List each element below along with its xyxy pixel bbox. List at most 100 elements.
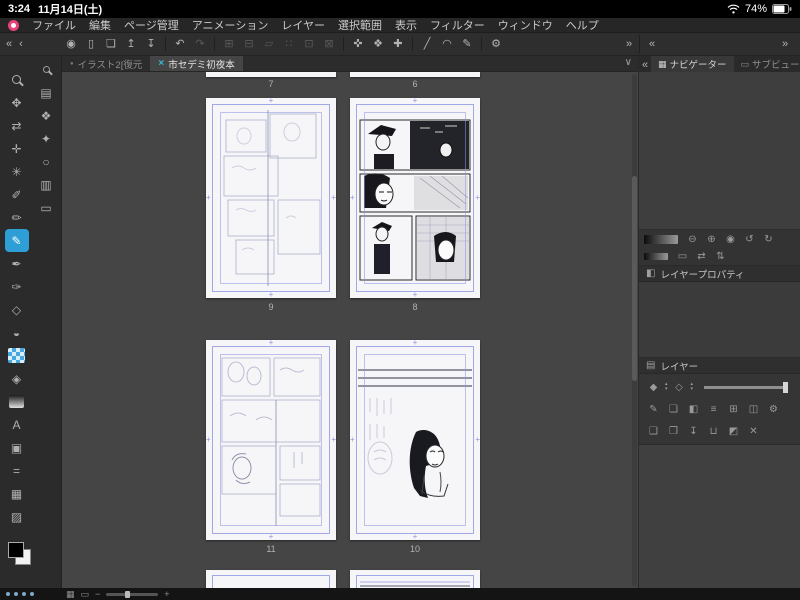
snap-grid-icon[interactable]: ❖ — [368, 35, 388, 53]
blend-mode-stepper[interactable]: ◆ — [645, 380, 662, 395]
mesh-transform-icon[interactable]: ∷ — [279, 35, 299, 53]
layer-stack-icon[interactable]: ▤ — [34, 81, 58, 104]
scrollbar-thumb[interactable] — [632, 176, 637, 382]
undo-icon[interactable]: ↶ — [170, 35, 190, 53]
new-layer-icon[interactable]: ❑ — [645, 424, 662, 439]
main-color-swatch[interactable] — [8, 542, 24, 558]
tab-doujin-book[interactable]: × 市セデミ初夜本 — [150, 56, 243, 71]
collapse-toolbar-small-icon[interactable]: ‹ — [15, 35, 27, 53]
fit-screen-icon[interactable]: ▭ — [674, 249, 691, 264]
stepper-arrows-icon[interactable]: ▴ ▾ — [691, 382, 694, 392]
eraser-tool-icon[interactable]: ◇ — [5, 298, 29, 321]
open-file-icon[interactable]: ❏ — [101, 35, 121, 53]
page-thumbnail-7[interactable] — [206, 72, 336, 77]
thumbnail-zoom-slider[interactable] — [106, 590, 159, 598]
menu-edit[interactable]: 編集 — [89, 17, 111, 33]
pencil-tool-icon[interactable]: ✏ — [5, 206, 29, 229]
grid-view-icon[interactable]: ▦ — [66, 589, 75, 599]
mask-layer-icon[interactable]: ◩ — [725, 424, 742, 439]
subtool-zoom-icon[interactable] — [34, 58, 58, 81]
effect-stepper[interactable]: ◇ — [671, 380, 688, 395]
zoom-out-icon[interactable]: ⊖ — [684, 232, 701, 247]
snap-special-icon[interactable]: ✚ — [388, 35, 408, 53]
page-thumbnail-next-right[interactable] — [350, 570, 480, 588]
tone-tool-icon[interactable] — [5, 344, 29, 367]
close-tab-icon[interactable]: × — [158, 58, 164, 69]
layer-settings-icon[interactable]: ⚙ — [765, 402, 782, 417]
rotate-right-icon[interactable]: ↻ — [760, 232, 777, 247]
layer-list[interactable] — [639, 445, 800, 588]
single-view-icon[interactable]: ▭ — [81, 589, 90, 599]
crop-icon[interactable]: ⊡ — [299, 35, 319, 53]
draw-line-icon[interactable]: ✎ — [457, 35, 477, 53]
page-thumbnail-8[interactable]: + + + + — [350, 97, 480, 299]
vertical-scrollbar[interactable] — [632, 74, 637, 586]
menu-help[interactable]: ヘルプ — [566, 17, 599, 33]
rotate-transform-icon[interactable]: ⊟ — [239, 35, 259, 53]
zoom-tool-icon[interactable] — [5, 68, 29, 91]
scale-transform-icon[interactable]: ⊞ — [219, 35, 239, 53]
text-tool-icon[interactable]: A — [5, 413, 29, 436]
menu-filter[interactable]: フィルター — [430, 17, 485, 33]
layer-mask-icon[interactable]: ◧ — [685, 402, 702, 417]
dash-tool-icon[interactable]: = — [5, 459, 29, 482]
zoom-in-icon[interactable]: ⊕ — [703, 232, 720, 247]
layer-list-icon[interactable]: ≡ — [705, 402, 722, 417]
menu-page-manage[interactable]: ページ管理 — [124, 17, 179, 33]
tab-navigator[interactable]: ▦ ナビゲーター — [651, 56, 734, 72]
auto-select-tool-icon[interactable]: ✳ — [5, 160, 29, 183]
thumbnail-zoom-slider-thumb[interactable] — [125, 590, 131, 598]
device-icon[interactable]: ▯ — [81, 35, 101, 53]
marker-tool-icon[interactable]: ✎ — [4, 229, 29, 252]
new-folder-icon[interactable]: ❒ — [665, 424, 682, 439]
curve-icon[interactable]: ◠ — [437, 35, 457, 53]
merge-layer-icon[interactable]: ⊔ — [705, 424, 722, 439]
flip-horizontal-icon[interactable]: ⇄ — [693, 249, 710, 264]
frame-border-tool-icon[interactable]: ▦ — [5, 482, 29, 505]
panel-collapse-icon[interactable]: « — [646, 35, 658, 53]
stepper-arrows-icon[interactable]: ▴ ▾ — [665, 382, 668, 392]
monitor-icon[interactable]: ▭ — [34, 196, 58, 219]
page-thumbnail-6[interactable] — [350, 72, 480, 77]
opacity-slider[interactable] — [704, 381, 788, 393]
rotate-left-icon[interactable]: ↺ — [741, 232, 758, 247]
import-icon[interactable]: ↧ — [141, 35, 161, 53]
menu-window[interactable]: ウィンドウ — [498, 17, 553, 33]
balloon-tool-icon[interactable]: ▣ — [5, 436, 29, 459]
menu-view[interactable]: 表示 — [395, 17, 417, 33]
blend-tool-icon[interactable]: ◒ — [5, 321, 29, 344]
menu-animation[interactable]: アニメーション — [192, 17, 269, 33]
hand-tool-icon[interactable]: ✥ — [5, 91, 29, 114]
flip-vertical-icon[interactable]: ⇅ — [712, 249, 729, 264]
move-tool-icon[interactable]: ✛ — [5, 137, 29, 160]
collapse-toolbar-icon[interactable]: « — [3, 35, 15, 53]
settings-gear-icon[interactable]: ⚙ — [486, 35, 506, 53]
zoom-in-button[interactable]: + — [164, 589, 169, 599]
split-view-icon[interactable]: ◫ — [745, 402, 762, 417]
pen-tool-icon[interactable]: ✒ — [5, 252, 29, 275]
menu-file[interactable]: ファイル — [32, 17, 76, 33]
mesh-icon[interactable]: ❖ — [34, 104, 58, 127]
tab-subview[interactable]: ▭ サブビュー — [734, 56, 800, 72]
straight-line-icon[interactable]: ╱ — [417, 35, 437, 53]
page-thumbnail-9[interactable]: + + + + — [206, 97, 336, 299]
opacity-slider-thumb[interactable] — [783, 381, 788, 393]
menu-layer[interactable]: レイヤー — [281, 17, 325, 33]
edit-layer-icon[interactable]: ✎ — [645, 402, 662, 417]
delete-layer-icon[interactable]: ✕ — [745, 424, 762, 439]
snap-ruler-icon[interactable]: ✜ — [348, 35, 368, 53]
zoom-out-button[interactable]: − — [95, 589, 100, 599]
reset-zoom-icon[interactable]: ◉ — [722, 232, 739, 247]
brush-tool-icon[interactable]: ✑ — [5, 275, 29, 298]
quick-access-icon[interactable]: ◉ — [61, 35, 81, 53]
menu-selection[interactable]: 選択範囲 — [338, 17, 382, 33]
transfer-layer-icon[interactable]: ↧ — [685, 424, 702, 439]
export-icon[interactable]: ↥ — [121, 35, 141, 53]
tab-overflow-chevron-icon[interactable]: ∨ — [625, 57, 632, 68]
eyedropper-tool-icon[interactable]: ✐ — [5, 183, 29, 206]
page-manager-viewport[interactable]: 7 6 + + + + + + + + 9 8 + + + + + + + + … — [62, 72, 638, 588]
redo-icon[interactable]: ↷ — [190, 35, 210, 53]
tab-illustration2[interactable]: ● イラスト2[復元 — [62, 56, 150, 71]
circle-icon[interactable]: ○ — [34, 150, 58, 173]
expand-toolbar-icon[interactable]: » — [619, 35, 639, 53]
